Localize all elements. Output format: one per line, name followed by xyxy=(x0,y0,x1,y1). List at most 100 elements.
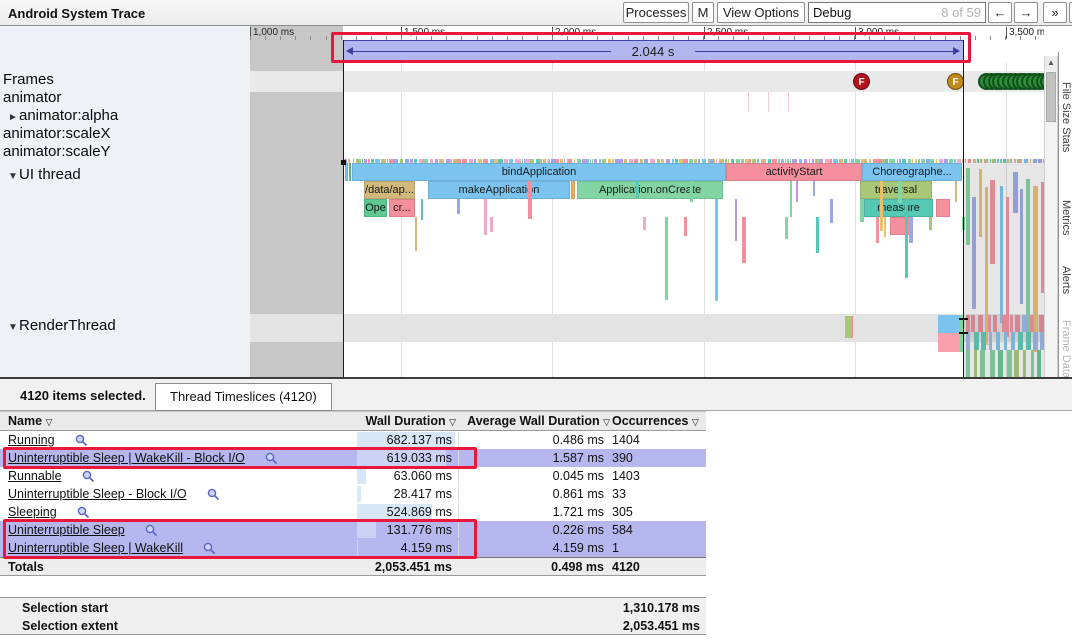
selection-drag-handle[interactable] xyxy=(341,160,346,165)
sort-icon[interactable]: ▽ xyxy=(692,417,699,427)
thread-state-link[interactable]: Uninterruptible Sleep xyxy=(8,523,125,537)
magnifier-icon[interactable] xyxy=(203,542,216,558)
wall-duration-value: 131.776 ms xyxy=(352,523,452,537)
selection-end-line[interactable] xyxy=(963,40,964,377)
metrics-button[interactable]: M xyxy=(692,2,714,23)
tab-thread-timeslices[interactable]: Thread Timeslices (4120) xyxy=(155,383,332,411)
sidebar-track-animator-scalex[interactable]: animator:scaleX xyxy=(0,125,111,143)
column-separator xyxy=(458,432,459,448)
trace-slice-unnamed[interactable] xyxy=(571,181,575,199)
find-next-button[interactable]: → xyxy=(1014,2,1038,23)
table-row[interactable]: Uninterruptible Sleep - Block I/O28.417 … xyxy=(0,485,706,503)
ruler-minor-tick xyxy=(975,36,976,40)
scroll-up-icon[interactable]: ▲ xyxy=(1045,56,1057,70)
frame-boundary-tick xyxy=(748,92,749,112)
trace-descender-slice xyxy=(830,199,833,223)
trace-slice-application-oncreate[interactable]: Application.onCreate xyxy=(577,181,723,199)
sort-icon[interactable]: ▽ xyxy=(449,417,456,427)
renderthread-track-band xyxy=(250,314,1044,342)
wall-duration-value: 63.060 ms xyxy=(352,469,452,483)
trace-descender-slice xyxy=(813,181,815,196)
trace-slice-choreographe-[interactable]: Choreographe... xyxy=(862,163,962,181)
frame-marker-icon[interactable]: F xyxy=(853,73,870,90)
processes-button[interactable]: Processes xyxy=(623,2,689,23)
trace-canvas[interactable]: 1,000 ms1,500 ms2,000 ms2,500 ms3,000 ms… xyxy=(250,26,1044,377)
wall-duration-value: 619.033 ms xyxy=(352,451,452,465)
magnifier-icon[interactable] xyxy=(265,452,278,468)
sidebar-track-animator[interactable]: animator xyxy=(0,89,61,107)
sidebar-track-ui-thread[interactable]: ▼UI thread xyxy=(0,166,81,184)
renderthread-slice[interactable] xyxy=(938,315,960,333)
column-header-average-wall-duration[interactable]: Average Wall Duration ▽ xyxy=(464,414,610,428)
find-prev-button[interactable]: ← xyxy=(988,2,1012,23)
collapse-arrow-icon[interactable]: ▼ xyxy=(0,322,19,333)
trace-slice-cr-[interactable]: cr... xyxy=(389,199,415,217)
side-tab-frame-data: Frame Data xyxy=(1060,320,1072,378)
thread-state-link[interactable]: Uninterruptible Sleep - Block I/O xyxy=(8,487,187,501)
magnifier-icon[interactable] xyxy=(82,470,95,486)
trace-slice-ope[interactable]: Ope xyxy=(364,199,387,217)
view-options-button[interactable]: View Options xyxy=(717,2,805,23)
trace-slice-unnamed[interactable] xyxy=(349,163,351,181)
trace-slice-activitystart[interactable]: activityStart xyxy=(726,163,862,181)
selection-duration-band[interactable]: 2.044 s xyxy=(343,40,963,62)
trace-descender-slice xyxy=(876,217,879,243)
search-result-counter: 8 of 59 xyxy=(941,3,981,22)
trace-slice-unnamed[interactable] xyxy=(936,199,950,217)
table-row[interactable]: Sleeping524.869 ms1.721 ms305 xyxy=(0,503,706,521)
side-tab-metrics[interactable]: Metrics xyxy=(1060,200,1072,235)
thread-state-link[interactable]: Runnable xyxy=(8,469,62,483)
column-separator xyxy=(458,486,459,502)
sort-icon[interactable]: ▽ xyxy=(603,417,610,427)
side-tab-alerts[interactable]: Alerts xyxy=(1060,266,1072,294)
magnifier-icon[interactable] xyxy=(145,524,158,540)
sidebar-track-renderthread[interactable]: ▼RenderThread xyxy=(0,317,116,335)
trace-slice-bindapplication[interactable]: bindApplication xyxy=(352,163,726,181)
thread-state-link[interactable]: Running xyxy=(8,433,55,447)
table-row[interactable]: Running682.137 ms0.486 ms1404 xyxy=(0,431,706,449)
table-row[interactable]: Uninterruptible Sleep | WakeKill - Block… xyxy=(0,449,706,467)
scrollbar-thumb[interactable] xyxy=(1046,72,1056,122)
selection-start-line[interactable] xyxy=(343,40,344,377)
trace-slice-makeapplication[interactable]: makeApplication xyxy=(428,181,570,199)
renderthread-slice[interactable] xyxy=(938,333,960,352)
thread-state-link[interactable]: Sleeping xyxy=(8,505,57,519)
search-input[interactable]: Debug 8 of 59 xyxy=(808,2,986,23)
ruler-tick-label: 1,500 ms xyxy=(401,27,445,39)
totals-average-wall-duration: 0.498 ms xyxy=(484,560,604,574)
sidebar-track-animator-alpha[interactable]: ►animator:alpha xyxy=(0,107,118,125)
trace-slice--data-ap-[interactable]: /data/ap... xyxy=(364,181,415,199)
collapse-controls-button[interactable]: » xyxy=(1043,2,1067,23)
column-header-occurrences[interactable]: Occurrences ▽ xyxy=(612,414,699,428)
trace-descender-slice xyxy=(898,181,902,203)
table-row[interactable]: Uninterruptible Sleep | WakeKill4.159 ms… xyxy=(0,539,706,557)
frame-marker-icon[interactable]: F xyxy=(947,73,964,90)
trace-slice-unnamed[interactable] xyxy=(345,163,348,181)
thread-state-link[interactable]: Uninterruptible Sleep | WakeKill - Block… xyxy=(8,451,245,465)
trace-descender-slice xyxy=(665,217,668,300)
table-row[interactable]: Runnable63.060 ms0.045 ms1403 xyxy=(0,467,706,485)
sidebar-track-frames[interactable]: Frames xyxy=(0,71,54,89)
android-system-trace-window: Android System Trace Processes M View Op… xyxy=(0,0,1072,639)
table-row[interactable]: Uninterruptible Sleep131.776 ms0.226 ms5… xyxy=(0,521,706,539)
selection-drag-handle[interactable] xyxy=(959,318,968,320)
expand-arrow-icon[interactable]: ► xyxy=(0,112,19,123)
sort-icon[interactable]: ▽ xyxy=(46,417,53,427)
selection-drag-handle[interactable] xyxy=(959,332,968,334)
column-header-name[interactable]: Name ▽ xyxy=(8,414,52,428)
trace-slice-traversal[interactable]: traversal xyxy=(860,181,932,199)
sidebar-track-animator-scaley[interactable]: animator:scaleY xyxy=(0,143,111,161)
thread-state-link[interactable]: Uninterruptible Sleep | WakeKill xyxy=(8,541,183,555)
column-header-wall-duration[interactable]: Wall Duration ▽ xyxy=(352,414,456,428)
frames-track-strip xyxy=(250,71,1044,92)
renderthread-slice xyxy=(851,316,853,338)
trace-vertical-scrollbar[interactable]: ▲ ▼ xyxy=(1044,56,1058,403)
magnifier-icon[interactable] xyxy=(207,488,220,504)
average-wall-duration-value: 1.721 ms xyxy=(484,505,604,519)
column-separator xyxy=(458,450,459,466)
totals-label: Totals xyxy=(8,560,44,574)
side-tab-file-size-stats[interactable]: File Size Stats xyxy=(1060,82,1072,152)
magnifier-icon[interactable] xyxy=(75,434,88,450)
magnifier-icon[interactable] xyxy=(77,506,90,522)
collapse-arrow-icon[interactable]: ▼ xyxy=(0,171,19,182)
